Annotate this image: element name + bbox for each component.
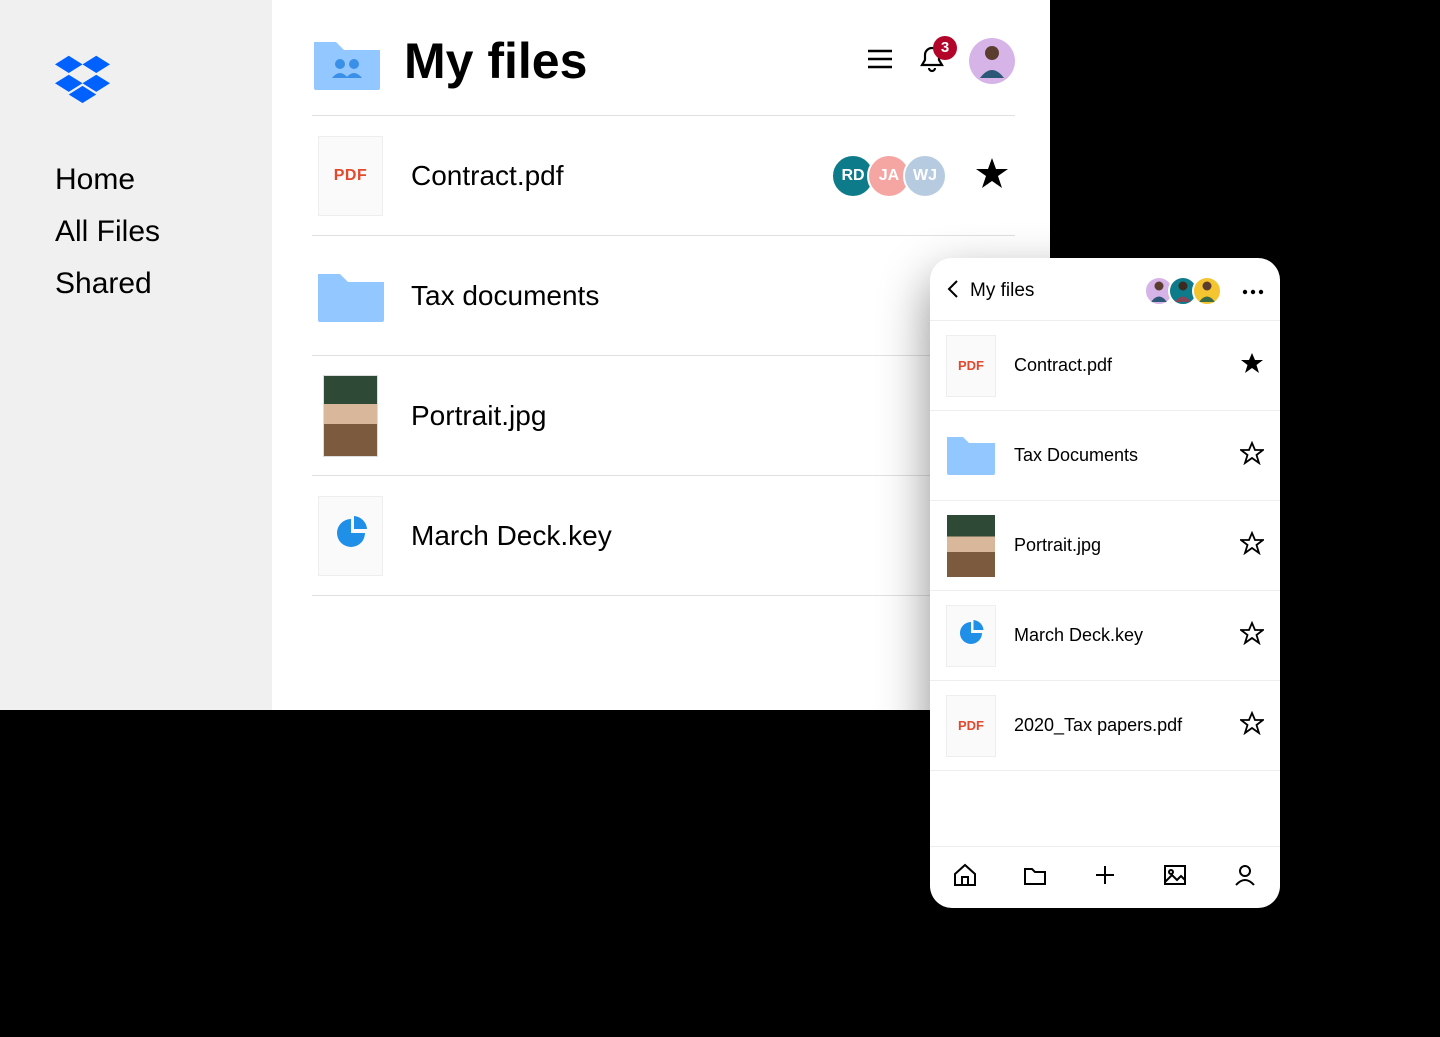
- star-icon[interactable]: [1240, 441, 1264, 470]
- file-row[interactable]: PDF 2020_Tax papers.pdf: [930, 681, 1280, 771]
- file-row[interactable]: Tax documents: [312, 236, 1015, 356]
- pdf-icon: PDF: [318, 136, 383, 216]
- tab-add-icon[interactable]: [1092, 862, 1118, 893]
- file-row[interactable]: Portrait.jpg: [312, 356, 1015, 476]
- sidebar: Home All Files Shared: [0, 0, 272, 710]
- back-icon[interactable]: [946, 279, 960, 304]
- star-icon[interactable]: [975, 156, 1009, 195]
- file-row[interactable]: March Deck.key: [312, 476, 1015, 596]
- file-name: Tax Documents: [1014, 445, 1222, 466]
- star-icon[interactable]: [1240, 531, 1264, 560]
- shared-folder-icon: [312, 32, 382, 90]
- tab-image-icon[interactable]: [1162, 862, 1188, 893]
- user-avatar[interactable]: [969, 38, 1015, 84]
- file-name: Contract.pdf: [411, 160, 803, 192]
- tab-home-icon[interactable]: [952, 862, 978, 893]
- star-icon[interactable]: [1240, 621, 1264, 650]
- pdf-icon: PDF: [946, 335, 996, 397]
- folder-icon: [318, 256, 383, 336]
- keynote-icon: [946, 605, 996, 667]
- share-avatars[interactable]: RD JA WJ: [831, 154, 947, 198]
- menu-icon[interactable]: [865, 44, 895, 79]
- avatar: [1192, 276, 1222, 306]
- mobile-tabbar: [930, 846, 1280, 908]
- notifications-button[interactable]: 3: [917, 44, 947, 79]
- keynote-icon: [318, 496, 383, 576]
- dropbox-logo-icon[interactable]: [55, 55, 272, 108]
- star-icon[interactable]: [1240, 351, 1264, 380]
- tab-folder-icon[interactable]: [1022, 862, 1048, 893]
- file-row[interactable]: PDF Contract.pdf: [930, 321, 1280, 411]
- file-name: Tax documents: [411, 280, 1009, 312]
- pdf-icon: PDF: [946, 695, 996, 757]
- mobile-header: My files: [930, 258, 1280, 320]
- tab-profile-icon[interactable]: [1232, 862, 1258, 893]
- file-row[interactable]: PDF Contract.pdf RD JA WJ: [312, 116, 1015, 236]
- image-thumbnail: [946, 515, 996, 577]
- folder-icon: [946, 425, 996, 487]
- sidebar-item-home[interactable]: Home: [55, 163, 272, 197]
- file-row[interactable]: March Deck.key: [930, 591, 1280, 681]
- mobile-window: My files PDF Contract.pdf Tax Documents …: [930, 258, 1280, 908]
- share-chip: WJ: [903, 154, 947, 198]
- image-thumbnail: [318, 376, 383, 456]
- mobile-file-list: PDF Contract.pdf Tax Documents Portrait.…: [930, 320, 1280, 846]
- sidebar-item-shared[interactable]: Shared: [55, 267, 272, 301]
- file-list: PDF Contract.pdf RD JA WJ Tax documents: [312, 115, 1015, 596]
- main-header: My files 3: [312, 32, 1015, 90]
- file-name: March Deck.key: [1014, 625, 1222, 646]
- file-name: Portrait.jpg: [411, 400, 1009, 432]
- sidebar-item-all-files[interactable]: All Files: [55, 215, 272, 249]
- file-name: Contract.pdf: [1014, 355, 1222, 376]
- file-name: Portrait.jpg: [1014, 535, 1222, 556]
- more-icon[interactable]: [1232, 282, 1264, 300]
- file-name: 2020_Tax papers.pdf: [1014, 715, 1222, 736]
- file-name: March Deck.key: [411, 520, 1009, 552]
- desktop-window: Home All Files Shared My files: [0, 0, 1050, 710]
- star-icon[interactable]: [1240, 711, 1264, 740]
- page-title: My files: [404, 32, 843, 90]
- file-row[interactable]: Portrait.jpg: [930, 501, 1280, 591]
- mobile-title: My files: [970, 280, 1134, 302]
- file-row[interactable]: Tax Documents: [930, 411, 1280, 501]
- mobile-share-avatars[interactable]: [1144, 276, 1222, 306]
- notification-badge: 3: [933, 36, 957, 60]
